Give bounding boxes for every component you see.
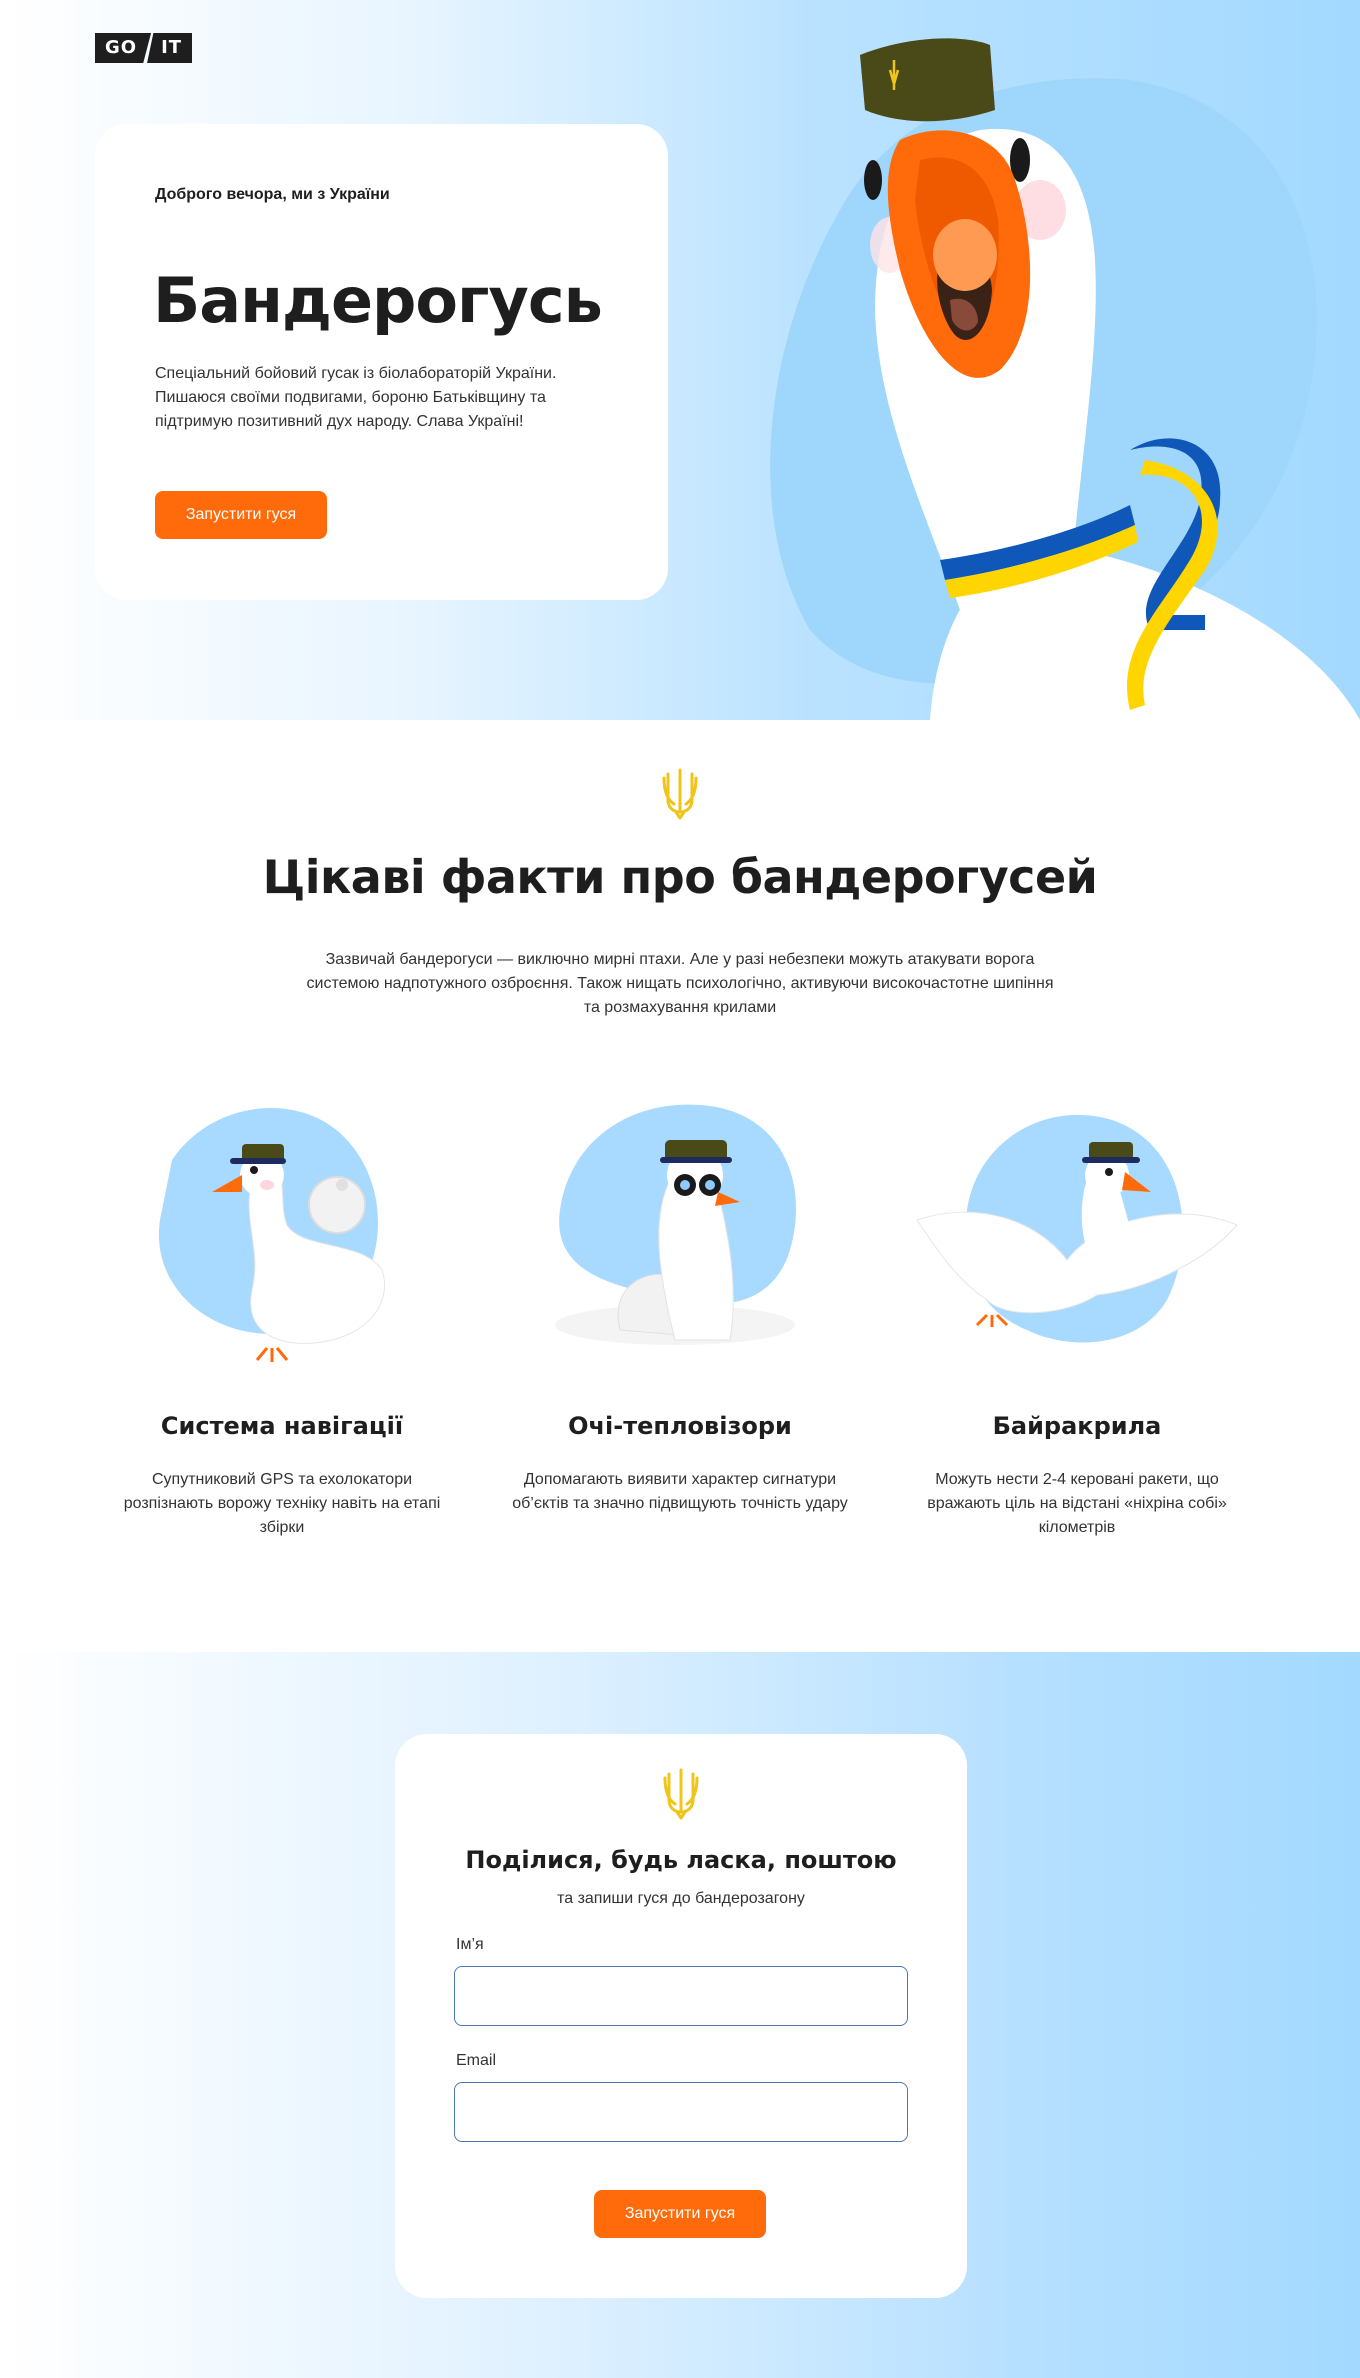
thermal-goose-illustration [555,1104,796,1345]
goose-eye-left [864,160,882,200]
logo-go-text: GO [95,33,152,63]
hero-title: Бандерогусь [153,264,603,337]
fact-description: Супутниковий GPS та ехолокатори розпізна… [123,1471,441,1536]
navigation-goose-illustration [158,1107,386,1362]
wings-goose-illustration [916,1114,1238,1343]
logo-it-text: IT [147,33,193,63]
fact-card-navigation: Система навігації Супутниковий GPS та ех… [102,1100,462,1540]
fact-card-thermal-eyes: Очі-тепловізори Допомагають виявити хара… [500,1100,860,1516]
fact-title: Байракрила [992,1412,1162,1440]
name-label: Ім’я [456,1936,484,1953]
fact-card-bayrak-wings: Байракрила Можуть нести 2-4 керовані рак… [897,1100,1257,1540]
form-subtitle: та запиши гуся до бандерозагону [557,1890,805,1907]
goit-logo[interactable]: GO IT [95,33,193,63]
form-title: Поділися, будь ласка, поштою [465,1846,897,1874]
hero-greeting: Доброго вечора, ми з України [155,186,390,203]
email-label: Email [456,2052,497,2069]
submit-goose-button[interactable]: Запустити гуся [594,2190,766,2238]
facts-title: Цікаві факти про бандерогусей [262,850,1098,904]
name-field[interactable] [454,1966,908,2026]
hero-description: Спеціальний бойовий гусак із біолаборато… [155,365,557,430]
hero-card: Доброго вечора, ми з України Бандерогусь… [95,124,668,600]
fact-description: Можуть нести 2-4 керовані ракети, що вра… [927,1471,1227,1536]
subscribe-section: Поділися, будь ласка, поштою та запиши г… [0,1652,1360,2378]
hero-section: GO IT Доброго вечора, ми з України Банде… [0,0,1360,720]
fact-description: Допомагають виявити характер сигнатури о… [512,1471,848,1512]
fact-title: Система навігації [160,1412,404,1440]
fact-title: Очі-тепловізори [568,1412,792,1440]
launch-goose-button[interactable]: Запустити гуся [155,491,327,539]
facts-section: Цікаві факти про бандерогусей Зазвичай б… [0,720,1360,1652]
trident-icon [663,1768,699,1820]
trident-icon [662,768,698,820]
goose-cap [860,38,995,122]
email-field[interactable] [454,2082,908,2142]
facts-description: Зазвичай бандерогуси — виключно мирні пт… [306,951,1054,1016]
hero-goose-illustration [770,38,1360,720]
subscribe-form: Поділися, будь ласка, поштою та запиши г… [395,1734,967,2298]
